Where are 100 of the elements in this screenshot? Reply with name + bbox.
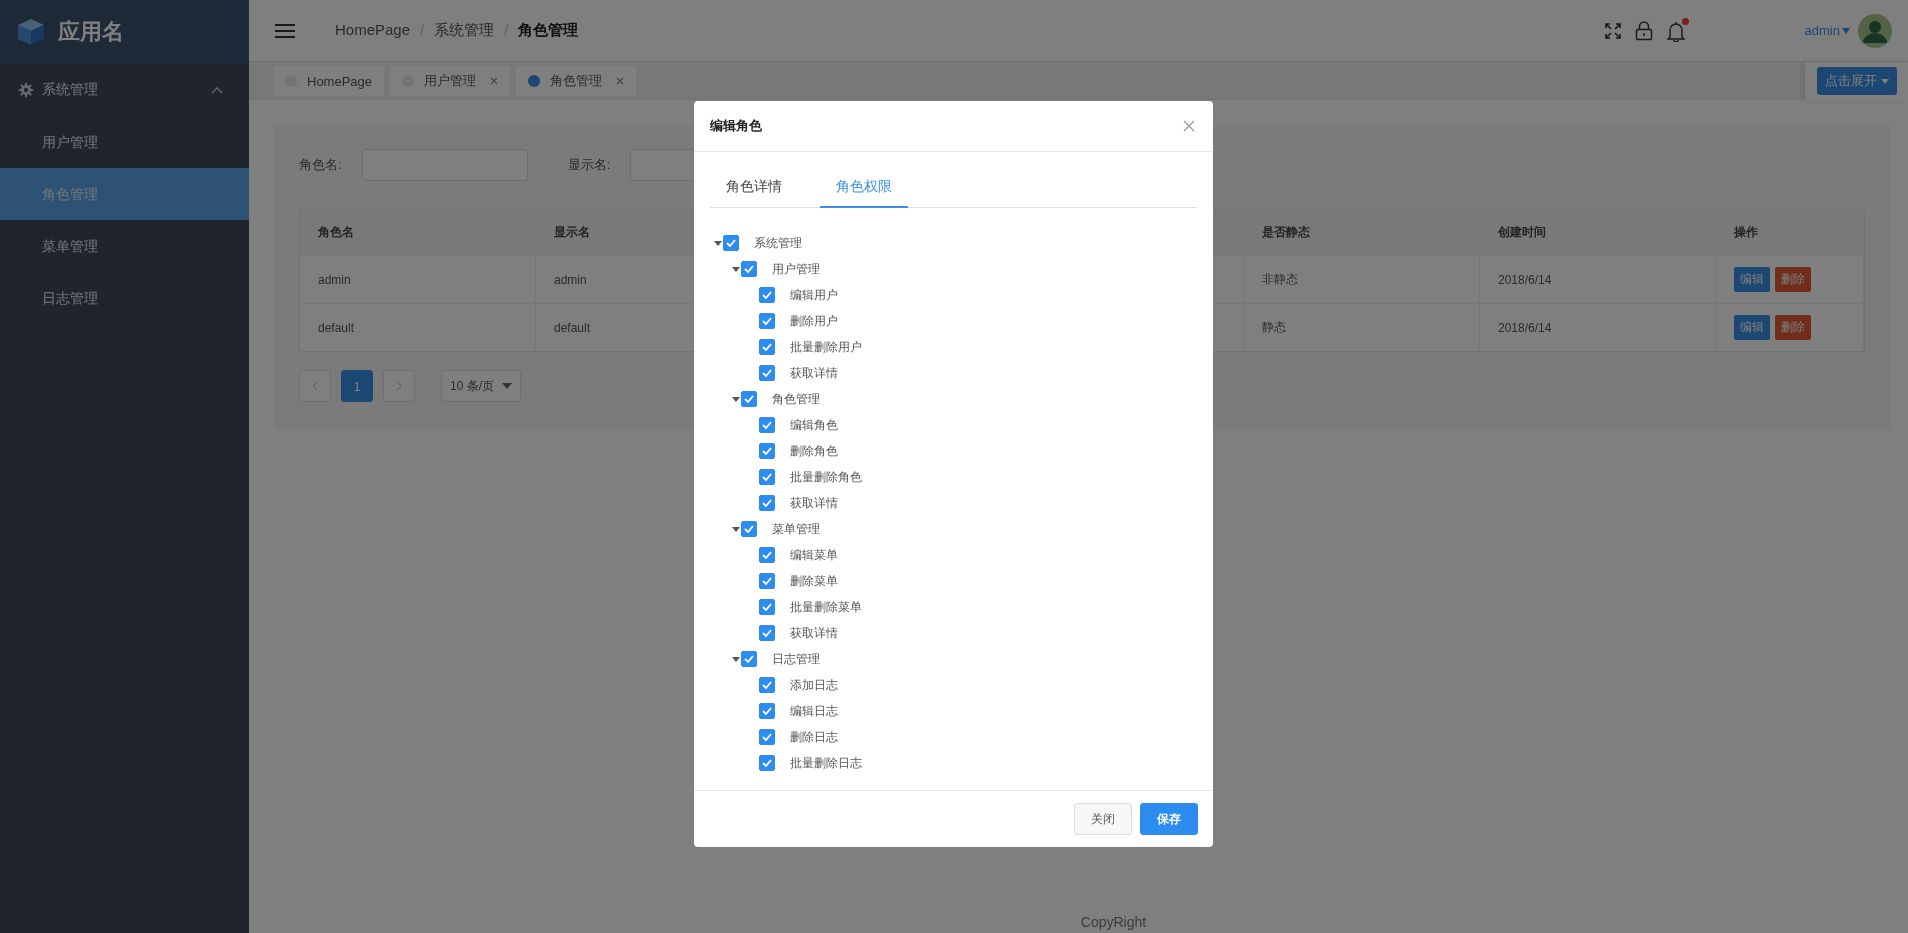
checkbox[interactable] bbox=[759, 729, 775, 745]
tree-item-label: 批量删除菜单 bbox=[790, 598, 862, 616]
checkbox[interactable] bbox=[741, 261, 757, 277]
tree-item-label: 删除角色 bbox=[790, 442, 838, 460]
tree-item-label: 批量删除角色 bbox=[790, 468, 862, 486]
checkbox[interactable] bbox=[759, 599, 775, 615]
caret-icon[interactable] bbox=[731, 654, 741, 664]
user-menu[interactable]: admin bbox=[1804, 23, 1850, 38]
fullscreen-icon bbox=[1604, 22, 1621, 39]
tree-item-label: 编辑用户 bbox=[790, 286, 838, 304]
dialog-title: 编辑角色 bbox=[710, 117, 762, 135]
menu-item[interactable]: 日志管理 bbox=[0, 272, 249, 324]
check-icon bbox=[744, 395, 754, 403]
page-tab[interactable]: HomePage bbox=[273, 66, 385, 96]
caret-icon[interactable] bbox=[713, 238, 723, 248]
checkbox[interactable] bbox=[741, 521, 757, 537]
page-size-select[interactable]: 10 条/页 bbox=[441, 370, 521, 402]
check-icon bbox=[762, 603, 772, 611]
check-icon bbox=[762, 421, 772, 429]
column-header: 是否静态 bbox=[1244, 210, 1480, 255]
checkbox[interactable] bbox=[759, 469, 775, 485]
check-icon bbox=[762, 369, 772, 377]
caret-icon bbox=[502, 383, 512, 389]
caret-icon bbox=[1880, 78, 1889, 84]
breadcrumb-item[interactable]: 系统管理 bbox=[434, 21, 495, 40]
checkbox[interactable] bbox=[741, 651, 757, 667]
table-cell: 非静态 bbox=[1244, 255, 1480, 303]
bell-icon bbox=[1666, 19, 1685, 42]
check-icon bbox=[762, 577, 772, 585]
tree-item-label: 编辑日志 bbox=[790, 702, 838, 720]
fullscreen-button[interactable] bbox=[1604, 22, 1621, 39]
tree-item-label: 编辑菜单 bbox=[790, 546, 838, 564]
checkbox[interactable] bbox=[759, 573, 775, 589]
tree-item-label: 添加日志 bbox=[790, 676, 838, 694]
menu-group[interactable]: 系统管理 bbox=[0, 64, 249, 116]
check-icon bbox=[762, 499, 772, 507]
menu-item[interactable]: 菜单管理 bbox=[0, 220, 249, 272]
edit-button[interactable]: 编辑 bbox=[1734, 315, 1770, 340]
check-icon bbox=[762, 343, 772, 351]
lock-button[interactable] bbox=[1634, 20, 1653, 41]
menu-item[interactable]: 用户管理 bbox=[0, 116, 249, 168]
checkbox[interactable] bbox=[759, 703, 775, 719]
tree-item-label: 删除菜单 bbox=[790, 572, 838, 590]
check-icon bbox=[744, 265, 754, 273]
gear-icon bbox=[18, 82, 34, 98]
checkbox[interactable] bbox=[759, 313, 775, 329]
checkbox[interactable] bbox=[759, 365, 775, 381]
checkbox[interactable] bbox=[759, 677, 775, 693]
caret-icon[interactable] bbox=[731, 264, 741, 274]
breadcrumb-separator: / bbox=[504, 21, 509, 40]
edit-button[interactable]: 编辑 bbox=[1734, 267, 1770, 292]
close-icon[interactable] bbox=[490, 77, 499, 85]
tab[interactable]: 角色详情 bbox=[710, 168, 798, 208]
column-header: 操作 bbox=[1716, 210, 1864, 255]
page-tab[interactable]: 角色管理 bbox=[516, 66, 637, 96]
checkbox[interactable] bbox=[759, 443, 775, 459]
table-cell: 2018/6/14 bbox=[1480, 303, 1716, 351]
tree-item-label: 编辑角色 bbox=[790, 416, 838, 434]
tree-item-label: 删除日志 bbox=[790, 728, 838, 746]
expand-button[interactable]: 点击展开 bbox=[1816, 67, 1897, 95]
caret-icon[interactable] bbox=[731, 394, 741, 404]
checkbox[interactable] bbox=[759, 625, 775, 641]
delete-button[interactable]: 删除 bbox=[1775, 267, 1811, 292]
page-tab[interactable]: 用户管理 bbox=[390, 66, 511, 96]
checkbox[interactable] bbox=[759, 755, 775, 771]
close-button[interactable]: 关闭 bbox=[1074, 803, 1132, 835]
caret-icon bbox=[1842, 27, 1850, 34]
page-button[interactable]: 1 bbox=[341, 370, 373, 402]
tree-item-label: 批量删除用户 bbox=[790, 338, 862, 356]
save-button[interactable]: 保存 bbox=[1140, 803, 1198, 835]
check-icon bbox=[762, 291, 772, 299]
checkbox[interactable] bbox=[759, 495, 775, 511]
footer-text: CopyRight bbox=[1080, 914, 1147, 930]
checkbox[interactable] bbox=[759, 417, 775, 433]
check-icon bbox=[762, 707, 772, 715]
tab[interactable]: 角色权限 bbox=[820, 168, 908, 208]
check-icon bbox=[762, 317, 772, 325]
status-dot-icon bbox=[528, 75, 541, 87]
tree-item-label: 日志管理 bbox=[772, 650, 820, 668]
close-button[interactable] bbox=[1181, 118, 1197, 134]
app-name: 应用名 bbox=[58, 18, 124, 46]
chevron-right-icon bbox=[396, 381, 402, 391]
breadcrumb-item[interactable]: HomePage bbox=[335, 21, 411, 40]
field-label: 角色名: bbox=[299, 156, 342, 174]
field-label: 显示名: bbox=[567, 156, 611, 174]
chevron-icon bbox=[211, 86, 223, 94]
checkbox[interactable] bbox=[741, 391, 757, 407]
checkbox[interactable] bbox=[759, 339, 775, 355]
check-icon bbox=[744, 525, 754, 533]
checkbox[interactable] bbox=[723, 235, 739, 251]
tree-item-label: 用户管理 bbox=[772, 260, 820, 278]
caret-icon[interactable] bbox=[731, 524, 741, 534]
cube-icon bbox=[16, 17, 46, 47]
checkbox[interactable] bbox=[759, 547, 775, 563]
table-cell: 2018/6/14 bbox=[1480, 255, 1716, 303]
tree-item-label: 角色管理 bbox=[772, 390, 820, 408]
close-icon[interactable] bbox=[616, 77, 625, 85]
delete-button[interactable]: 删除 bbox=[1775, 315, 1811, 340]
chevron-left-icon bbox=[312, 381, 318, 391]
checkbox[interactable] bbox=[759, 287, 775, 303]
